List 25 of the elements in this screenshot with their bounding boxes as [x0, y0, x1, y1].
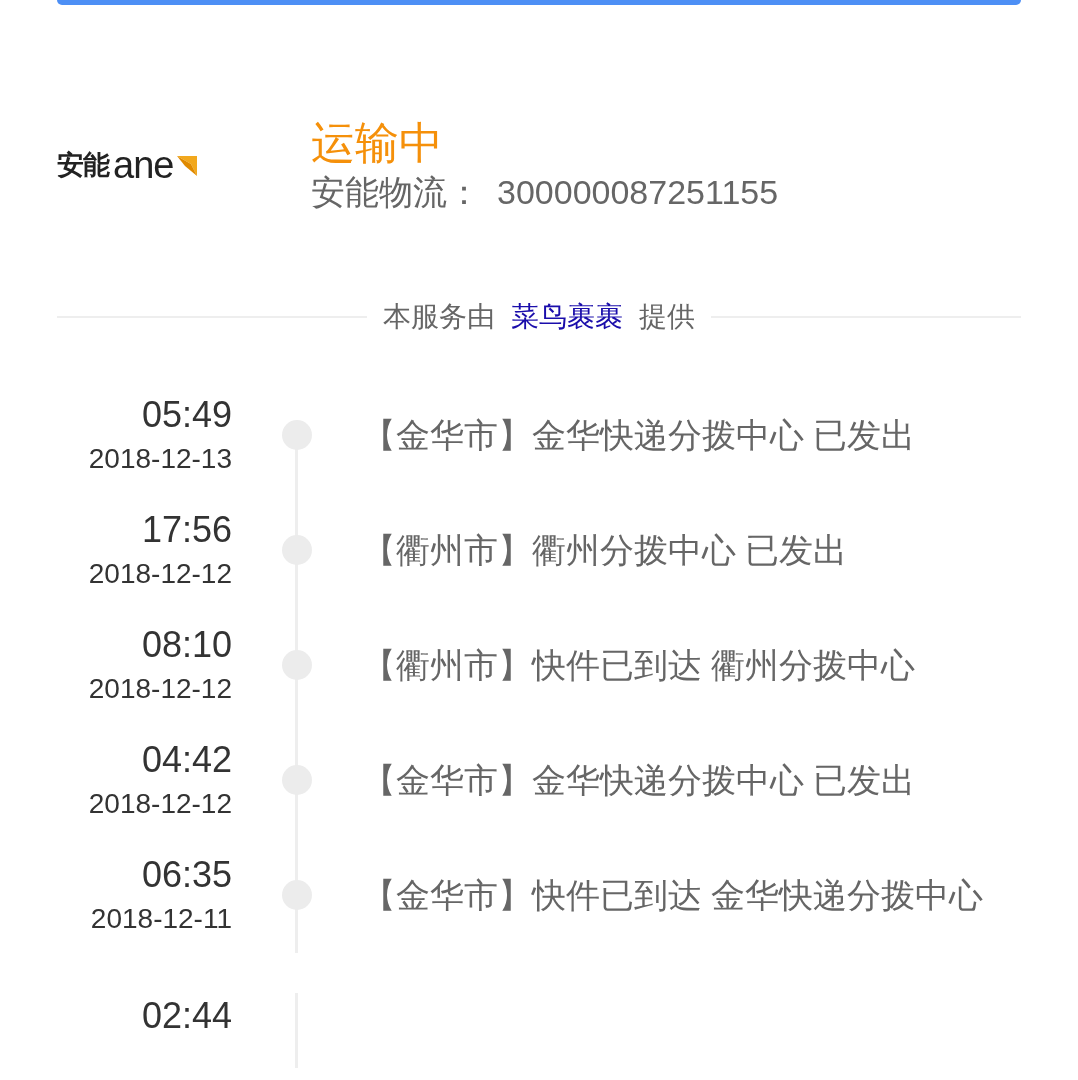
- logo-text: ane: [113, 146, 174, 185]
- event-date: 2018-12-12: [87, 557, 232, 592]
- event-description: 【金华市】金华快递分拨中心 已发出: [362, 761, 916, 800]
- arrow-icon: [177, 154, 200, 177]
- event-time: 02:44: [140, 994, 232, 1038]
- provider-text: 提供: [639, 300, 695, 334]
- carrier-label: 安能物流：: [311, 171, 481, 213]
- event-date: 2018-12-13: [87, 442, 232, 477]
- event-description: 【衢州市】快件已到达 衢州分拨中心: [362, 646, 916, 685]
- event-description: 【金华市】快件已到达 金华快递分拨中心: [362, 876, 984, 915]
- tracking-number: 300000087251155: [497, 171, 779, 213]
- event-date: 2018-12-12: [87, 787, 232, 822]
- event-time: 06:35: [140, 853, 232, 898]
- logo-text: 安能: [57, 149, 109, 183]
- provider-text: 本服务由: [383, 300, 495, 334]
- event-time: 08:10: [140, 623, 232, 668]
- provider-link[interactable]: 菜鸟裹裹: [511, 296, 623, 338]
- event-description: 【衢州市】衢州分拨中心 已发出: [362, 531, 848, 570]
- event-date: 2018-12-12: [87, 672, 232, 707]
- event-date: 2018-12-11: [89, 902, 232, 937]
- event-time: 04:42: [140, 738, 232, 783]
- event-time: 17:56: [140, 508, 232, 553]
- event-time: 05:49: [140, 393, 232, 438]
- event-description: 【金华市】金华快递分拨中心 已发出: [362, 416, 916, 455]
- status-text: 运输中: [311, 117, 444, 169]
